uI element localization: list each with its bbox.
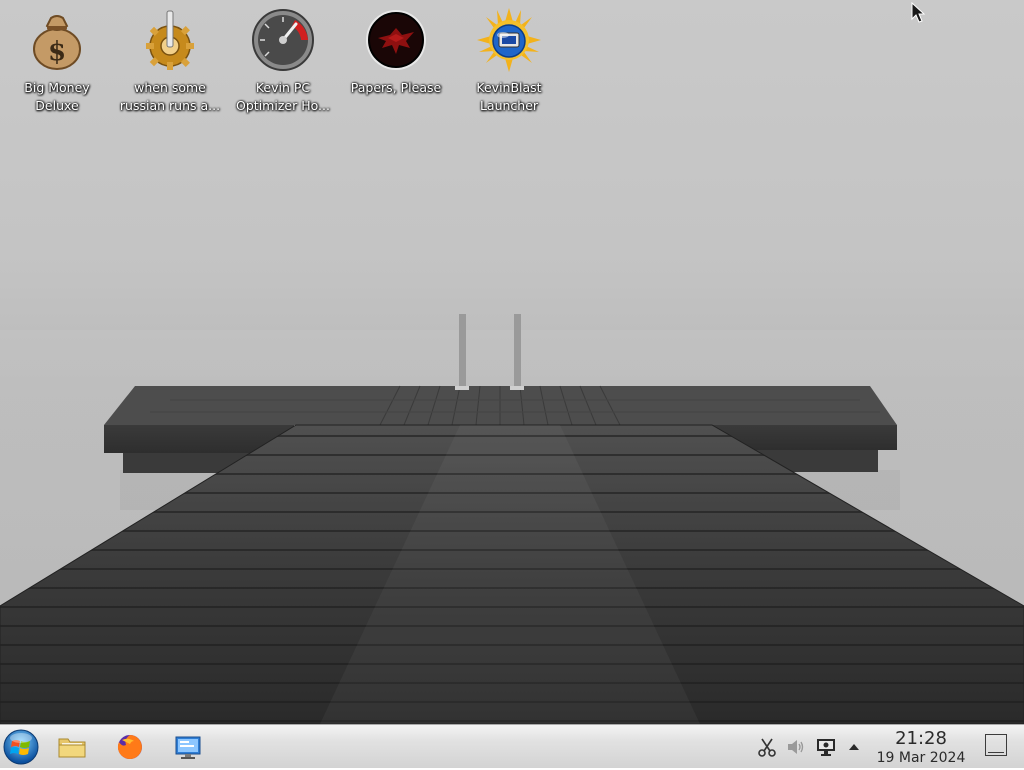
desktop-icon-label: Kevin PC — [255, 80, 311, 95]
speedometer-icon — [252, 9, 314, 71]
desktop-icon-label: when some — [134, 80, 206, 95]
clock[interactable]: 21:28 19 Mar 2024 — [868, 727, 974, 767]
mouse-cursor-icon — [911, 2, 926, 23]
desktop-icon-label: Launcher — [479, 98, 539, 113]
svg-text:$: $ — [48, 37, 66, 67]
desktop-icon-when-some-russian[interactable]: when some russian runs a... — [114, 6, 226, 116]
scissors-icon[interactable] — [756, 736, 778, 758]
remote-desktop-launcher[interactable] — [172, 731, 204, 763]
desktop-icon-papers-please[interactable]: Papers, Please — [340, 6, 452, 116]
desktop[interactable]: $ Big Money Deluxe when some russian run… — [0, 0, 1024, 724]
clock-date: 19 Mar 2024 — [876, 750, 966, 766]
firefox-icon — [117, 735, 142, 759]
firefox-launcher[interactable] — [114, 731, 146, 763]
display-icon[interactable] — [815, 736, 837, 758]
chevron-up-icon[interactable] — [843, 736, 865, 758]
desktop-icon-kevinblast-launcher[interactable]: KevinBlast Launcher — [453, 6, 565, 116]
desktop-icon-label: Optimizer Ho... — [236, 98, 330, 113]
desktop-icon-kevin-pc-optimizer[interactable]: Kevin PC Optimizer Ho... — [227, 6, 339, 116]
desktop-icon-big-money-deluxe[interactable]: $ Big Money Deluxe — [1, 6, 113, 116]
eagle-emblem-icon — [366, 10, 426, 70]
start-orb-icon — [3, 729, 39, 765]
clock-time: 21:28 — [895, 728, 947, 749]
desktop-icon-label: Papers, Please — [350, 80, 442, 95]
desktop-icon-label: russian runs a... — [119, 98, 221, 113]
desktop-icon-label: Big Money — [24, 80, 90, 95]
desktop-icon-label: Deluxe — [35, 98, 79, 113]
show-desktop-button[interactable] — [985, 734, 1007, 756]
money-bag-icon: $ — [33, 15, 81, 70]
sun-globe-icon — [477, 8, 541, 72]
taskbar: 21:28 19 Mar 2024 — [0, 724, 1024, 768]
files-launcher[interactable] — [56, 731, 88, 763]
gear-lever-icon — [146, 10, 194, 70]
volume-icon[interactable] — [785, 736, 807, 758]
folder-icon — [58, 738, 86, 758]
start-button[interactable] — [2, 728, 40, 766]
desktop-icon-label: KevinBlast — [476, 80, 542, 95]
remote-desktop-icon — [175, 736, 201, 759]
